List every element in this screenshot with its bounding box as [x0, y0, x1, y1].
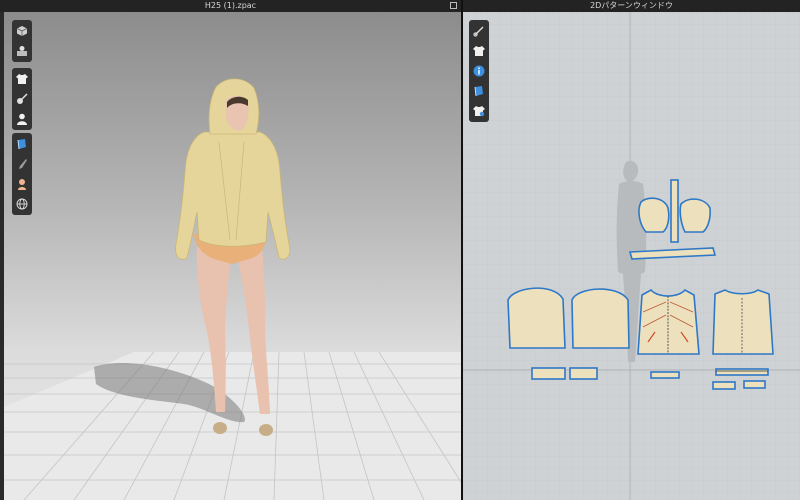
3d-window-title: H25 (1).zpac — [204, 1, 257, 10]
floor-grid — [4, 351, 461, 500]
3d-scene — [4, 78, 461, 500]
pattern-band-4[interactable] — [715, 368, 769, 376]
avatar-shoe-left — [213, 422, 227, 434]
2d-window-titlebar: 2Dパターンウィンドウ — [463, 0, 800, 12]
brush-icon[interactable] — [14, 156, 30, 172]
2d-pattern-canvas — [463, 12, 800, 500]
fabric-icon[interactable] — [14, 136, 30, 152]
pattern-band-3[interactable] — [650, 371, 680, 379]
globe-icon[interactable] — [14, 196, 30, 212]
garment-jacket — [175, 131, 291, 260]
shirt-icon[interactable] — [14, 71, 30, 87]
pattern-front[interactable] — [637, 288, 700, 355]
3d-viewport[interactable] — [4, 12, 461, 500]
skin-icon[interactable] — [14, 176, 30, 192]
shirt-icon[interactable] — [471, 43, 487, 59]
fabric-icon[interactable] — [471, 83, 487, 99]
3d-toolbar-group-2 — [12, 68, 32, 130]
clo3d-app: H25 (1).zpac 2Dパターンウィンドウ — [0, 0, 800, 500]
2d-toolbar — [469, 20, 489, 122]
3d-window: H25 (1).zpac — [0, 0, 461, 500]
cube-icon[interactable] — [14, 23, 30, 39]
pattern-collar-strip[interactable] — [670, 179, 679, 243]
pattern-band-2[interactable] — [569, 367, 598, 380]
pattern-band-1[interactable] — [531, 367, 566, 380]
scissors-icon[interactable] — [471, 23, 487, 39]
2d-window-title: 2Dパターンウィンドウ — [590, 1, 673, 10]
avatar-icon[interactable] — [14, 111, 30, 127]
avatar-shoe-right — [259, 424, 273, 436]
info-icon[interactable] — [471, 63, 487, 79]
3d-window-titlebar: H25 (1).zpac — [0, 0, 461, 12]
garment-tools-icon[interactable] — [14, 91, 30, 107]
3d-toolbar-group-1 — [12, 20, 32, 62]
3d-toolbar-group-3 — [12, 133, 32, 215]
pattern-band-6[interactable] — [743, 380, 766, 389]
pattern-sleeve-left[interactable] — [507, 287, 566, 349]
pattern-sleeve-cap-left[interactable] — [638, 197, 670, 233]
avatar-stack-icon[interactable] — [14, 43, 30, 59]
pattern-band-5[interactable] — [712, 381, 736, 390]
2d-viewport[interactable] — [463, 12, 800, 500]
2d-pattern-window: 2Dパターンウィンドウ — [463, 0, 800, 500]
pattern-sleeve-right[interactable] — [571, 288, 630, 349]
restore-window-icon[interactable] — [450, 2, 457, 9]
pattern-sleeve-cap-right[interactable] — [679, 198, 711, 233]
pattern-back[interactable] — [712, 289, 774, 355]
shirt-settings-icon[interactable] — [471, 103, 487, 119]
